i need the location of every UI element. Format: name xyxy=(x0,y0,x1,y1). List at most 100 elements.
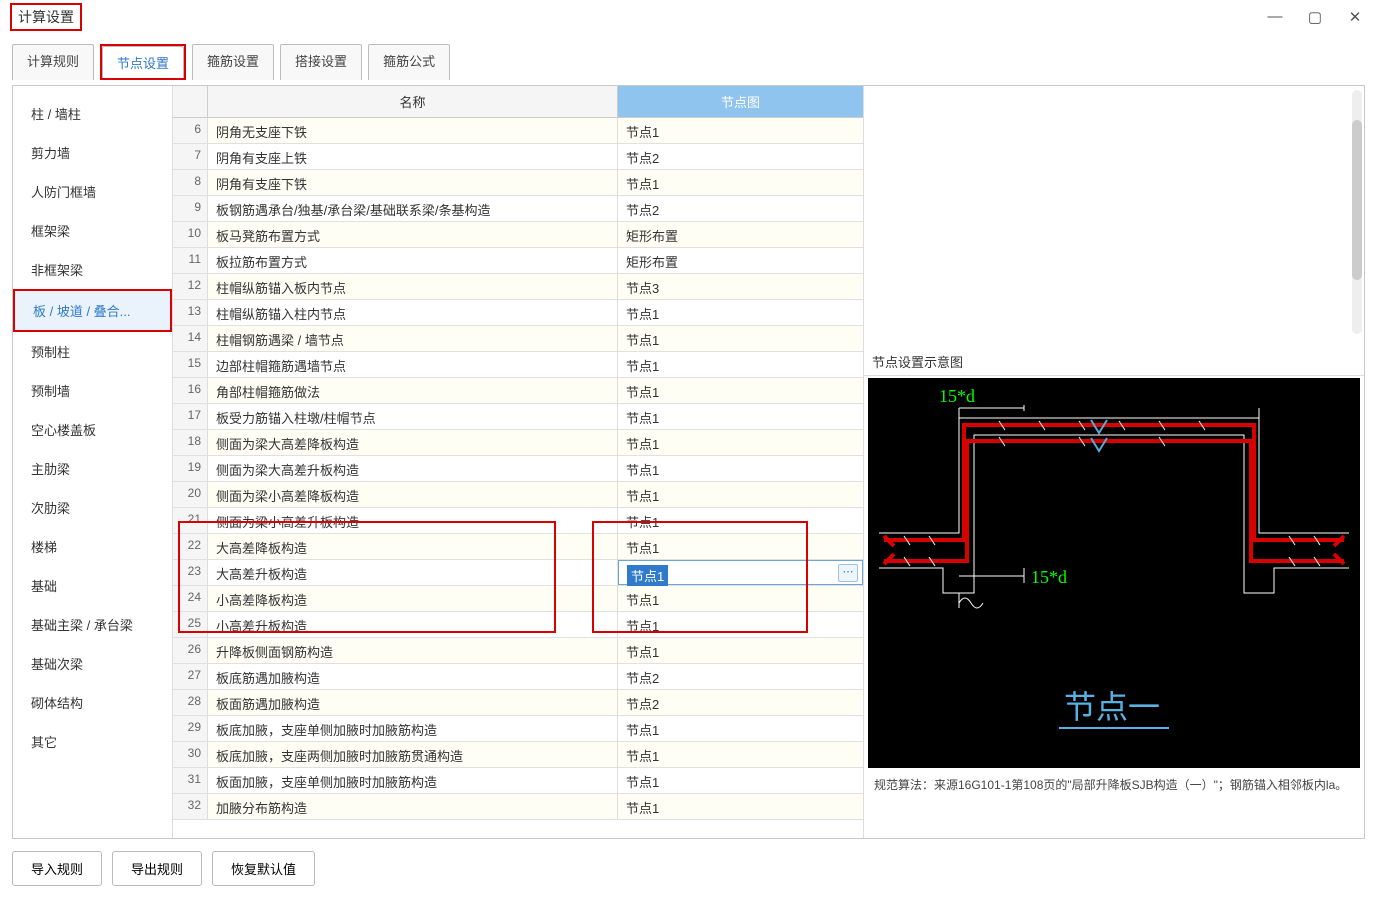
sidebar-item[interactable]: 基础次梁 xyxy=(13,644,172,683)
table-row[interactable]: 14柱帽钢筋遇梁 / 墙节点节点1 xyxy=(173,326,863,352)
table-row[interactable]: 8阴角有支座下铁节点1 xyxy=(173,170,863,196)
row-name: 柱帽钢筋遇梁 / 墙节点 xyxy=(208,326,618,351)
table-row[interactable]: 30板底加腋，支座两侧加腋时加腋筋贯通构造节点1 xyxy=(173,742,863,768)
table-row[interactable]: 21侧面为梁小高差升板构造节点1 xyxy=(173,508,863,534)
tab-node-settings[interactable]: 节点设置 xyxy=(102,46,184,78)
table-row[interactable]: 11板拉筋布置方式矩形布置 xyxy=(173,248,863,274)
row-name: 板底加腋，支座两侧加腋时加腋筋贯通构造 xyxy=(208,742,618,767)
table-row[interactable]: 17板受力筋锚入柱墩/柱帽节点节点1 xyxy=(173,404,863,430)
table-row[interactable]: 22大高差降板构造节点1 xyxy=(173,534,863,560)
table-row[interactable]: 29板底加腋，支座单侧加腋时加腋筋构造节点1 xyxy=(173,716,863,742)
row-node-value[interactable]: 节点1 xyxy=(618,430,863,455)
close-icon[interactable]: ✕ xyxy=(1343,8,1367,26)
tab-stirrup-formula[interactable]: 箍筋公式 xyxy=(368,44,450,80)
table-row[interactable]: 28板面筋遇加腋构造节点2 xyxy=(173,690,863,716)
row-node-value[interactable]: 节点2 xyxy=(618,690,863,715)
row-node-value[interactable]: 节点2 xyxy=(618,196,863,221)
row-node-value[interactable]: 节点2 xyxy=(618,664,863,689)
row-node-value[interactable]: 节点1 xyxy=(618,586,863,611)
row-node-value[interactable]: 节点1 xyxy=(618,456,863,481)
tab-calc-rules[interactable]: 计算规则 xyxy=(12,44,94,80)
diagram: 15*d 15*d 节点一 xyxy=(868,378,1360,768)
sidebar-item[interactable]: 非框架梁 xyxy=(13,250,172,289)
sidebar-item[interactable]: 其它 xyxy=(13,722,172,761)
sidebar-item[interactable]: 基础 xyxy=(13,566,172,605)
sidebar-item[interactable]: 基础主梁 / 承台梁 xyxy=(13,605,172,644)
row-node-value[interactable]: 节点1 xyxy=(618,508,863,533)
row-node-value[interactable]: 节点1 xyxy=(618,170,863,195)
row-node-value[interactable]: 节点1 xyxy=(618,326,863,351)
scrollbar-thumb[interactable] xyxy=(1352,120,1362,280)
table-row[interactable]: 6阴角无支座下铁节点1 xyxy=(173,118,863,144)
row-node-value[interactable]: 节点1 xyxy=(618,638,863,663)
reset-button[interactable]: 恢复默认值 xyxy=(212,851,315,886)
table-row[interactable]: 16角部柱帽箍筋做法节点1 xyxy=(173,378,863,404)
row-name: 大高差升板构造 xyxy=(208,560,618,585)
row-node-value[interactable]: 节点1 xyxy=(618,716,863,741)
sidebar-item[interactable]: 板 / 坡道 / 叠合... xyxy=(13,289,172,332)
export-button[interactable]: 导出规则 xyxy=(112,851,202,886)
row-node-value[interactable]: 矩形布置 xyxy=(618,248,863,273)
footer: 导入规则 导出规则 恢复默认值 xyxy=(0,839,1377,886)
sidebar-item[interactable]: 砌体结构 xyxy=(13,683,172,722)
row-node-value[interactable]: 节点1 xyxy=(618,404,863,429)
table-row[interactable]: 26升降板侧面钢筋构造节点1 xyxy=(173,638,863,664)
table-row[interactable]: 9板钢筋遇承台/独基/承台梁/基础联系梁/条基构造节点2 xyxy=(173,196,863,222)
table-row[interactable]: 7阴角有支座上铁节点2 xyxy=(173,144,863,170)
row-name: 侧面为梁大高差降板构造 xyxy=(208,430,618,455)
col-node-header[interactable]: 节点图 xyxy=(618,86,863,117)
row-number: 18 xyxy=(173,430,208,455)
titlebar: 计算设置 — ▢ ✕ xyxy=(0,0,1377,34)
sidebar-item[interactable]: 剪力墙 xyxy=(13,133,172,172)
row-node-value[interactable]: 节点1 xyxy=(618,612,863,637)
table-row[interactable]: 20侧面为梁小高差降板构造节点1 xyxy=(173,482,863,508)
table-row[interactable]: 19侧面为梁大高差升板构造节点1 xyxy=(173,456,863,482)
row-number: 8 xyxy=(173,170,208,195)
import-button[interactable]: 导入规则 xyxy=(12,851,102,886)
ellipsis-button[interactable]: ⋯ xyxy=(838,564,858,582)
maximize-icon[interactable]: ▢ xyxy=(1303,8,1327,26)
row-node-value[interactable]: 节点1 xyxy=(618,300,863,325)
table-row[interactable]: 23大高差升板构造节点1⋯ xyxy=(173,560,863,586)
tab-stirrup-settings[interactable]: 箍筋设置 xyxy=(192,44,274,80)
editing-value: 节点1 xyxy=(627,565,668,586)
row-number: 19 xyxy=(173,456,208,481)
table-row[interactable]: 10板马凳筋布置方式矩形布置 xyxy=(173,222,863,248)
sidebar-item[interactable]: 柱 / 墙柱 xyxy=(13,94,172,133)
sidebar-item[interactable]: 框架梁 xyxy=(13,211,172,250)
sidebar-item[interactable]: 预制柱 xyxy=(13,332,172,371)
sidebar-item[interactable]: 空心楼盖板 xyxy=(13,410,172,449)
sidebar-item[interactable]: 次肋梁 xyxy=(13,488,172,527)
table-row[interactable]: 18侧面为梁大高差降板构造节点1 xyxy=(173,430,863,456)
sidebar-item[interactable]: 预制墙 xyxy=(13,371,172,410)
row-node-value[interactable]: 节点1 xyxy=(618,794,863,819)
sidebar-item[interactable]: 人防门框墙 xyxy=(13,172,172,211)
row-node-value[interactable]: 节点3 xyxy=(618,274,863,299)
table-row[interactable]: 24小高差降板构造节点1 xyxy=(173,586,863,612)
table-row[interactable]: 27板底筋遇加腋构造节点2 xyxy=(173,664,863,690)
row-node-value[interactable]: 节点1 xyxy=(618,534,863,559)
table-row[interactable]: 31板面加腋，支座单侧加腋时加腋筋构造节点1 xyxy=(173,768,863,794)
row-node-value[interactable]: 节点1 xyxy=(618,118,863,143)
row-node-value[interactable]: 节点2 xyxy=(618,144,863,169)
table-row[interactable]: 25小高差升板构造节点1 xyxy=(173,612,863,638)
table-header: 名称 节点图 xyxy=(173,86,863,118)
sidebar-item[interactable]: 主肋梁 xyxy=(13,449,172,488)
table-row[interactable]: 15边部柱帽箍筋遇墙节点节点1 xyxy=(173,352,863,378)
sidebar-item[interactable]: 楼梯 xyxy=(13,527,172,566)
row-node-value[interactable]: 节点1 xyxy=(618,352,863,377)
row-node-value[interactable]: 节点1 xyxy=(618,742,863,767)
diagram-caption: 规范算法：来源16G101-1第108页的"局部升降板SJB构造（一）"；钢筋锚… xyxy=(864,770,1364,800)
table-row[interactable]: 13柱帽纵筋锚入柱内节点节点1 xyxy=(173,300,863,326)
minimize-icon[interactable]: — xyxy=(1263,8,1287,26)
row-node-value[interactable]: 节点1 xyxy=(618,378,863,403)
row-node-value[interactable]: 节点1 xyxy=(618,482,863,507)
row-name: 大高差降板构造 xyxy=(208,534,618,559)
table-row[interactable]: 12柱帽纵筋锚入板内节点节点3 xyxy=(173,274,863,300)
row-node-value[interactable]: 节点1 ⋯ xyxy=(618,560,863,585)
tab-lap-settings[interactable]: 搭接设置 xyxy=(280,44,362,80)
table-row[interactable]: 32加腋分布筋构造节点1 xyxy=(173,794,863,820)
row-node-value[interactable]: 节点1 xyxy=(618,768,863,793)
scrollbar[interactable] xyxy=(1352,90,1362,334)
row-node-value[interactable]: 矩形布置 xyxy=(618,222,863,247)
